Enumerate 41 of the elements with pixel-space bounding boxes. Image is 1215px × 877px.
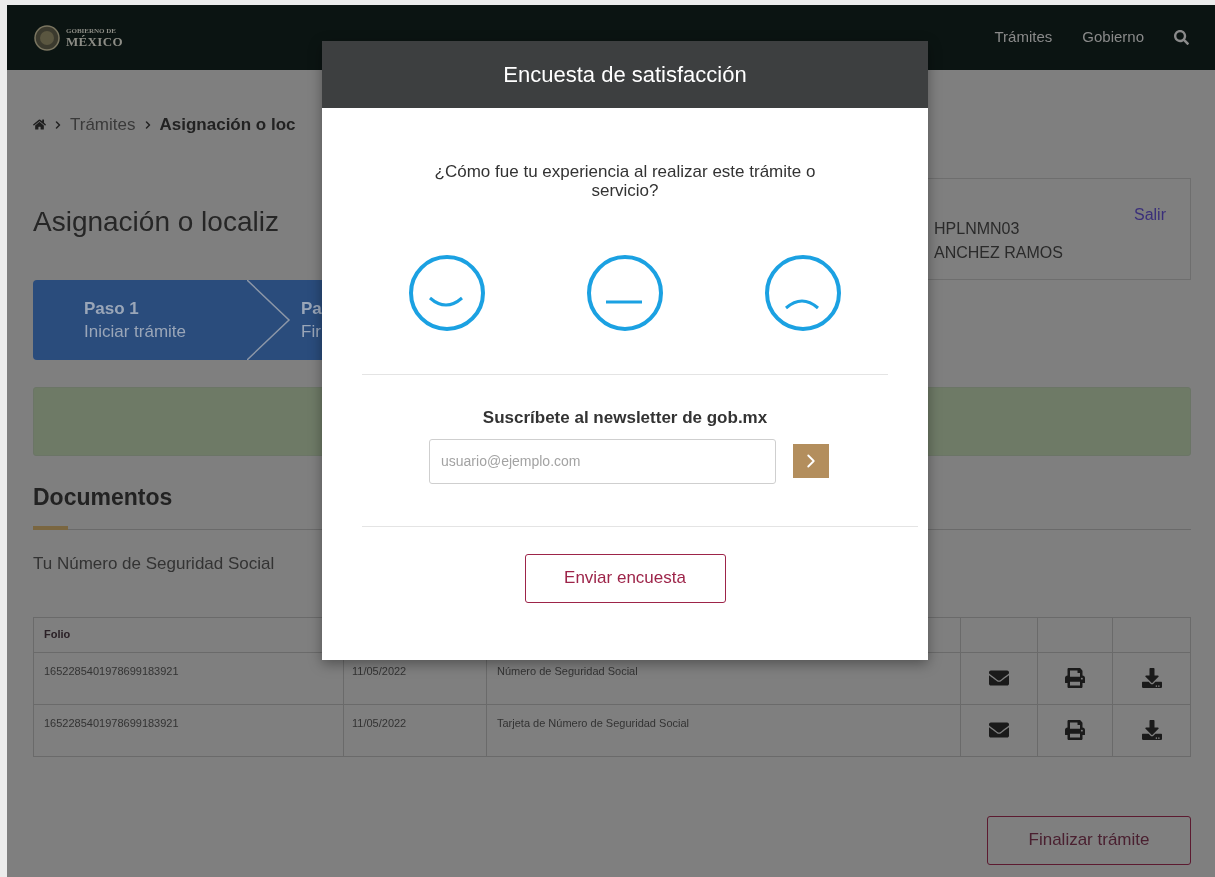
page-title: Asignación o localiz: [33, 204, 279, 239]
step-chevron-icon: [247, 279, 291, 360]
table-cell: 11/05/2022: [352, 664, 407, 677]
mail-icon[interactable]: [988, 720, 1010, 740]
print-icon[interactable]: [1065, 668, 1085, 688]
section-title: Documentos: [33, 482, 174, 512]
neutral-face-icon[interactable]: [586, 254, 664, 332]
nav-link[interactable]: Gobierno: [1082, 26, 1144, 49]
happy-face-icon[interactable]: [408, 254, 486, 332]
breadcrumb-link[interactable]: Asignación o loc: [159, 112, 296, 138]
step-subtitle: Fir: [301, 320, 322, 343]
breadcrumb-link[interactable]: Trámites: [70, 112, 136, 138]
download-icon[interactable]: [1141, 668, 1162, 688]
mail-icon[interactable]: [988, 668, 1010, 688]
table-cell: 11/05/2022: [352, 716, 407, 729]
download-icon[interactable]: [1141, 720, 1162, 740]
email-field[interactable]: usuario@ejemplo.com: [429, 438, 776, 484]
search-icon[interactable]: [1174, 30, 1189, 45]
step-subtitle: Iniciar trámite: [84, 320, 188, 343]
modal-title: Encuesta de satisfacción: [503, 61, 747, 89]
table-cell: Tarjeta de Número de Seguridad Social: [497, 716, 689, 729]
step-title: Pa: [301, 297, 322, 320]
newsletter-title: Suscríbete al newsletter de gob.mx: [482, 407, 768, 429]
finish-button[interactable]: Finalizar trámite: [987, 815, 1191, 865]
nav-link[interactable]: Trámites: [994, 26, 1053, 49]
home-icon[interactable]: [33, 118, 46, 132]
submit-button[interactable]: Enviar encuesta: [524, 553, 726, 603]
logo-title: MÉXICO: [66, 34, 123, 48]
column-header: Folio: [44, 628, 71, 641]
table-cell: 1652285401978699183921: [44, 664, 179, 677]
survey-question: ¿Cómo fue tu experiencia al realizar este trámite o servicio?: [433, 162, 817, 200]
user-info: HPLNMN03: [934, 218, 1021, 239]
user-info: ANCHEZ RAMOS: [934, 242, 1063, 263]
print-icon[interactable]: [1065, 720, 1085, 740]
description-text: Tu Número de Seguridad Social: [33, 553, 275, 575]
table-cell: Número de Seguridad Social: [497, 664, 638, 677]
step-title: Paso 1: [84, 297, 140, 320]
emblem-icon: [34, 24, 60, 51]
table-cell: 1652285401978699183921: [44, 716, 179, 729]
sad-face-icon[interactable]: [764, 254, 842, 332]
logout-link[interactable]: Salir: [1134, 202, 1166, 227]
